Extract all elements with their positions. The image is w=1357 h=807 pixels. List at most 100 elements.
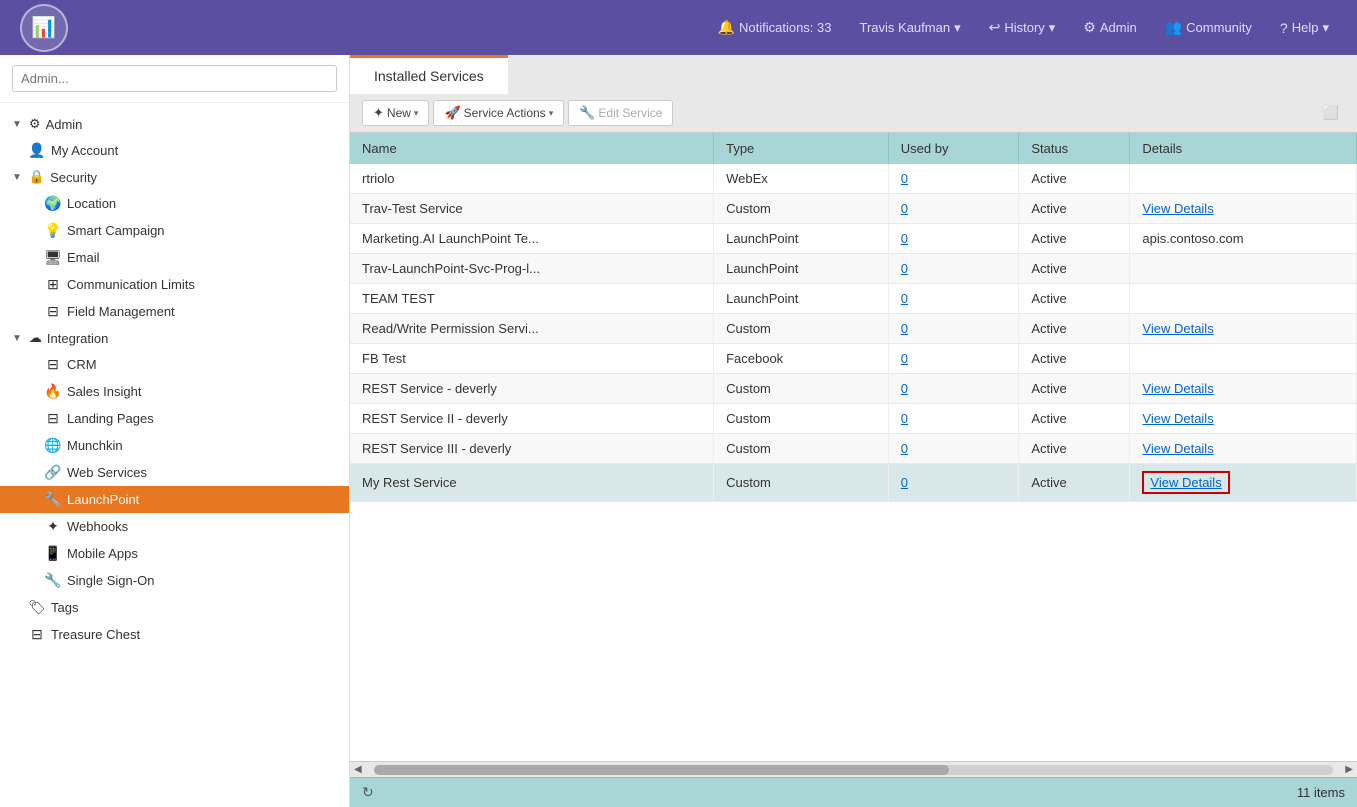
view-details-button[interactable]: View Details (1142, 441, 1213, 456)
sidebar-item-communication-limits[interactable]: ⊞ Communication Limits (0, 271, 349, 298)
cell-details[interactable]: View Details (1130, 434, 1357, 464)
community-button[interactable]: 👥 Community (1153, 13, 1264, 42)
mobile-apps-icon: 📱 (44, 545, 62, 562)
table-row: REST Service II - deverlyCustom0ActiveVi… (350, 404, 1357, 434)
view-details-button[interactable]: View Details (1142, 381, 1213, 396)
cell-used-by[interactable]: 0 (888, 344, 1019, 374)
horizontal-scrollbar[interactable]: ◀ ▶ (350, 761, 1357, 777)
cell-status: Active (1019, 224, 1130, 254)
cell-details[interactable]: View Details (1130, 194, 1357, 224)
sidebar-item-location[interactable]: 🌍 Location (0, 190, 349, 217)
person-icon: 👤 (28, 142, 46, 159)
view-details-button[interactable]: View Details (1142, 411, 1213, 426)
cell-type: Custom (714, 314, 889, 344)
cell-details: apis.contoso.com (1130, 224, 1357, 254)
sidebar-item-label: Field Management (67, 304, 175, 319)
cell-status: Active (1019, 434, 1130, 464)
sidebar-item-munchkin[interactable]: 🌐 Munchkin (0, 432, 349, 459)
new-icon: ✦ (373, 105, 384, 121)
cell-details[interactable]: View Details (1130, 374, 1357, 404)
cell-name: REST Service III - deverly (350, 434, 714, 464)
notifications-button[interactable]: 🔔 Notifications: 33 (706, 13, 844, 42)
cell-used-by[interactable]: 0 (888, 434, 1019, 464)
cell-details[interactable]: View Details (1130, 314, 1357, 344)
cell-status: Active (1019, 164, 1130, 194)
sidebar-search-area (0, 55, 349, 103)
sidebar-item-tags[interactable]: 🏷 Tags (0, 594, 349, 621)
column-type: Type (714, 133, 889, 164)
cell-used-by[interactable]: 0 (888, 464, 1019, 502)
cell-used-by[interactable]: 0 (888, 314, 1019, 344)
sidebar-item-launchpoint[interactable]: 🔧 LaunchPoint (0, 486, 349, 513)
table-row: Read/Write Permission Servi...Custom0Act… (350, 314, 1357, 344)
sidebar-item-mobile-apps[interactable]: 📱 Mobile Apps (0, 540, 349, 567)
cell-used-by[interactable]: 0 (888, 254, 1019, 284)
cell-used-by[interactable]: 0 (888, 374, 1019, 404)
cell-type: Custom (714, 404, 889, 434)
sidebar-item-sales-insight[interactable]: 🔥 Sales Insight (0, 378, 349, 405)
cell-used-by[interactable]: 0 (888, 194, 1019, 224)
cell-used-by[interactable]: 0 (888, 224, 1019, 254)
search-input[interactable] (12, 65, 337, 92)
scrollbar-thumb[interactable] (374, 765, 950, 775)
sidebar-item-field-management[interactable]: ⊟ Field Management (0, 298, 349, 325)
sidebar-item-label: Security (50, 170, 97, 185)
crm-icon: ⊟ (44, 356, 62, 373)
admin-icon: ⚙ (29, 116, 41, 132)
scroll-right-button[interactable]: ▶ (1341, 764, 1357, 775)
service-actions-button[interactable]: 🚀 Service Actions ▾ (433, 100, 564, 126)
sidebar-item-label: Admin (46, 117, 83, 132)
admin-button[interactable]: ⚙ Admin (1071, 13, 1148, 42)
sidebar-item-label: Webhooks (67, 519, 128, 534)
history-icon: ↩ (989, 19, 1001, 36)
sidebar-item-security[interactable]: ▼ 🔒 Security (0, 164, 349, 190)
sidebar-item-web-services[interactable]: 🔗 Web Services (0, 459, 349, 486)
cell-used-by[interactable]: 0 (888, 164, 1019, 194)
scroll-left-button[interactable]: ◀ (350, 764, 366, 775)
refresh-icon[interactable]: ↻ (362, 784, 374, 801)
sidebar-item-label: LaunchPoint (67, 492, 139, 507)
cell-details[interactable]: View Details (1130, 404, 1357, 434)
sidebar-item-treasure-chest[interactable]: ⊟ Treasure Chest (0, 621, 349, 648)
sidebar-tree: ▼ ⚙ Admin 👤 My Account ▼ 🔒 Security 🌍 Lo… (0, 103, 349, 656)
treasure-chest-icon: ⊟ (28, 626, 46, 643)
cell-details[interactable]: View Details (1130, 464, 1357, 502)
sidebar-item-webhooks[interactable]: ✦ Webhooks (0, 513, 349, 540)
view-details-button[interactable]: View Details (1142, 321, 1213, 336)
chevron-down-icon: ▾ (1322, 20, 1329, 36)
column-details: Details (1130, 133, 1357, 164)
sidebar: ▼ ⚙ Admin 👤 My Account ▼ 🔒 Security 🌍 Lo… (0, 55, 350, 807)
sidebar-item-smart-campaign[interactable]: 💡 Smart Campaign (0, 217, 349, 244)
sidebar-item-crm[interactable]: ⊟ CRM (0, 351, 349, 378)
expand-icon: ▼ (12, 172, 22, 183)
tab-installed-services[interactable]: Installed Services (350, 55, 508, 94)
logo[interactable]: 📊 (16, 0, 71, 55)
scrollbar-track[interactable] (374, 765, 1334, 775)
table-header-row: Name Type Used by Status Details (350, 133, 1357, 164)
history-button[interactable]: ↩ History ▾ (977, 13, 1068, 42)
window-control-button[interactable]: ⬜ (1317, 103, 1345, 123)
cell-used-by[interactable]: 0 (888, 284, 1019, 314)
sidebar-item-integration[interactable]: ▼ ☁ Integration (0, 325, 349, 351)
view-details-button[interactable]: View Details (1142, 471, 1229, 494)
services-table-container: Name Type Used by Status Details rtriolo… (350, 133, 1357, 761)
sidebar-item-label: CRM (67, 357, 97, 372)
sidebar-item-admin[interactable]: ▼ ⚙ Admin (0, 111, 349, 137)
sales-insight-icon: 🔥 (44, 383, 62, 400)
view-details-button[interactable]: View Details (1142, 201, 1213, 216)
edit-service-button[interactable]: 🔧 Edit Service (568, 100, 673, 126)
tags-icon: 🏷 (28, 599, 46, 616)
sidebar-item-email[interactable]: 🖥 Email (0, 244, 349, 271)
cell-used-by[interactable]: 0 (888, 404, 1019, 434)
community-icon: 👥 (1165, 19, 1182, 36)
cell-details (1130, 344, 1357, 374)
help-button[interactable]: ? Help ▾ (1268, 14, 1341, 42)
sidebar-item-my-account[interactable]: 👤 My Account (0, 137, 349, 164)
field-management-icon: ⊟ (44, 303, 62, 320)
new-button[interactable]: ✦ New ▾ (362, 100, 429, 126)
sidebar-item-single-sign-on[interactable]: 🔧 Single Sign-On (0, 567, 349, 594)
cell-name: FB Test (350, 344, 714, 374)
table-row: REST Service - deverlyCustom0ActiveView … (350, 374, 1357, 404)
sidebar-item-landing-pages[interactable]: ⊟ Landing Pages (0, 405, 349, 432)
user-menu[interactable]: Travis Kaufman ▾ (848, 14, 973, 42)
